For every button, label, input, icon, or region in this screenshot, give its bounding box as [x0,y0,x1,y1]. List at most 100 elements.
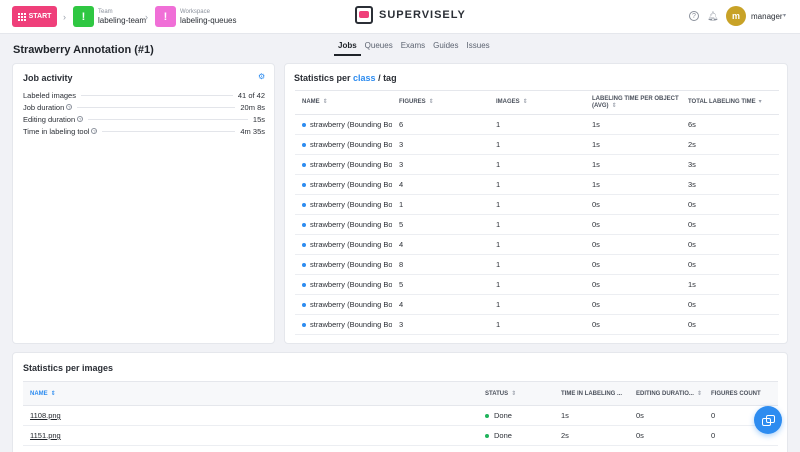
table-row[interactable]: strawberry (Bounding Box) 3 1 1s 2s [295,134,779,155]
cell-avg-time: 0s [585,194,681,215]
image-link[interactable]: 1151.png [30,431,61,440]
column-header-label: STATUS [485,391,509,397]
class-name: strawberry (Bounding Box) [302,220,392,229]
column-header-label: FIGURES COUNT [711,390,761,397]
table-row[interactable]: strawberry (Bounding Box) 3 1 1s 3s [295,154,779,175]
class-name: strawberry (Bounding Box) [302,180,392,189]
class-name-text: strawberry (Bounding Box) [310,300,392,309]
status-dot [485,414,489,419]
table-row[interactable]: 1108.png Done 1s 0s 0 [23,405,778,426]
cell-avg-time: 0s [585,234,681,255]
cell-images: 1 [489,294,585,315]
sort-icon[interactable]: ▾ [759,99,762,105]
sort-icon[interactable]: ⇕ [323,99,328,105]
table-row[interactable]: strawberry (Bounding Box) 4 1 0s 0s [295,234,779,255]
cell-status: Done [478,405,554,426]
cell-name: strawberry (Bounding Box) [295,254,392,275]
cell-total-time: 0s [681,254,779,275]
cell-total-time: 2s [681,134,779,155]
cell-name: strawberry (Bounding Box) [295,294,392,315]
team-avatar[interactable]: ! [73,6,94,27]
column-header-name[interactable]: NAME ⇕ [23,381,478,406]
tab-queues[interactable]: Queues [361,41,397,56]
class-name: strawberry (Bounding Box) [302,280,392,289]
table-header-row: NAME ⇕ FIGURES ⇕ IMAGES ⇕ LABELING TIME PER… [295,90,779,115]
table-row[interactable]: strawberry (Bounding Box) 5 1 0s 1s [295,274,779,295]
cell-images: 1 [489,254,585,275]
support-chat-button[interactable] [754,406,782,434]
question-icon[interactable]: ? [66,104,73,110]
cell-figures: 5 [392,214,489,235]
status-text: Done [494,411,512,420]
tab-exams[interactable]: Exams [397,41,429,56]
breadcrumb-team[interactable]: Team labeling-team [98,8,146,26]
sort-icon[interactable]: ⇕ [429,99,434,105]
table-row[interactable]: strawberry (Bounding Box) 4 1 0s 0s [295,294,779,315]
image-link[interactable]: 1108.png [30,411,61,420]
column-header-images[interactable]: IMAGES ⇕ [489,90,585,115]
tab-guides[interactable]: Guides [429,41,462,56]
robot-logo-icon [355,6,373,24]
table-row[interactable]: strawberry (Bounding Box) 6 1 1s 6s [295,114,779,135]
cell-editing-duration: 0s [629,425,704,446]
activity-label-text: Time in labeling tool [23,126,90,136]
tab-jobs[interactable]: Jobs [334,41,361,56]
column-header-editing-duration[interactable]: EDITING DURATIO... ⇕ [629,381,704,406]
column-header-status[interactable]: STATUS ⇕ [478,381,554,406]
column-header-time-in-labeling[interactable]: TIME IN LABELING ... [554,381,629,406]
sort-icon[interactable]: ⇕ [523,99,528,105]
table-row[interactable]: 1151.png Done 2s 0s 0 [23,425,778,446]
cell-figures: 4 [392,174,489,195]
cell-name: strawberry (Bounding Box) [295,174,392,195]
table-row[interactable]: strawberry (Bounding Box) 4 1 1s 3s [295,174,779,195]
help-icon[interactable]: ? [689,11,699,21]
table-row[interactable]: strawberry (Bounding Box) 1 1 0s 0s [295,194,779,215]
user-avatar[interactable]: m [726,6,746,26]
cell-images: 1 [489,114,585,135]
question-icon[interactable]: ? [77,116,84,122]
column-header-figures[interactable]: FIGURES ⇕ [392,90,489,115]
cell-total-time: 0s [681,234,779,255]
column-header-labeling-time-avg[interactable]: LABELING TIME PER OBJECT (AVG) ⇕ [585,90,681,115]
sort-icon[interactable]: ⇕ [612,103,617,109]
column-header-label: EDITING DURATIO... [636,391,694,397]
cell-total-time: 1s [681,274,779,295]
start-button[interactable]: START [12,6,57,27]
chevron-right-icon: › [145,12,148,22]
sort-icon[interactable]: ⇕ [51,391,56,397]
workspace-avatar[interactable]: ! [155,6,176,27]
column-header-name[interactable]: NAME ⇕ [295,90,392,115]
cell-avg-time: 0s [585,314,681,335]
class-color-dot [302,263,306,268]
cell-editing-duration: 0s [629,405,704,426]
bell-icon[interactable]: 🔔︎ [707,11,718,21]
sort-icon[interactable]: ⇕ [697,391,702,397]
supervisely-logo[interactable]: SUPERVISELY [355,6,466,24]
stats-title-tag[interactable]: / tag [376,73,397,83]
gear-icon[interactable]: ⚙ [258,72,265,81]
tab-issues[interactable]: Issues [463,41,494,56]
activity-value: 41 of 42 [237,90,265,100]
table-row[interactable]: strawberry (Bounding Box) 3 1 0s 0s [295,314,779,335]
cell-figures: 3 [392,154,489,175]
chevron-down-icon[interactable]: ▾ [783,12,786,19]
column-header-label: TIME IN LABELING ... [561,390,622,397]
cell-image-name: 1151.png [23,425,478,446]
column-header-figures-count[interactable]: FIGURES COUNT [704,381,778,406]
table-row[interactable]: strawberry (Bounding Box) 5 1 0s 0s [295,214,779,235]
sort-icon[interactable]: ⇕ [511,391,516,397]
stats-per-class-card: Statistics per class / tag NAME ⇕ FIGURES… [284,63,788,344]
cell-time-in-labeling: 2s [554,425,629,446]
table-row[interactable]: strawberry (Bounding Box) 8 1 0s 0s [295,254,779,275]
class-name-text: strawberry (Bounding Box) [310,260,392,269]
breadcrumb-workspace[interactable]: Workspace labeling-queues [180,8,237,26]
question-icon[interactable]: ? [91,128,98,134]
column-header-total-labeling-time[interactable]: TOTAL LABELING TIME ▾ [681,90,779,115]
user-name[interactable]: manager [751,12,783,21]
cell-figures: 4 [392,294,489,315]
cell-figures: 5 [392,274,489,295]
stats-title-class-link[interactable]: class [353,73,376,83]
cell-name: strawberry (Bounding Box) [295,314,392,335]
class-name-text: strawberry (Bounding Box) [310,140,392,149]
class-name: strawberry (Bounding Box) [302,260,392,269]
